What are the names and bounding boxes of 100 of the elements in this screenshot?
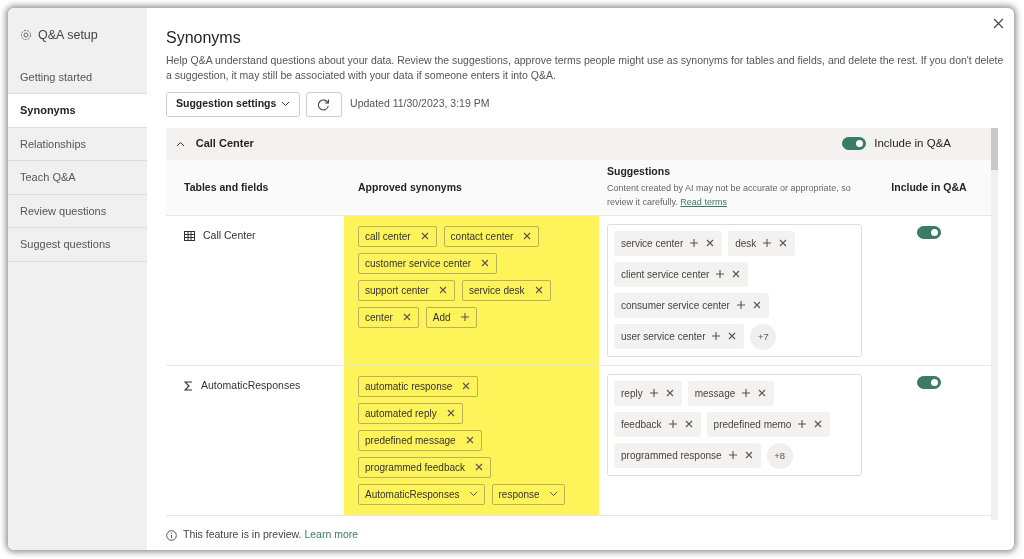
remove-button[interactable] xyxy=(683,419,694,430)
column-header: Tables and fields xyxy=(184,180,269,193)
remove-button[interactable] xyxy=(743,450,754,461)
plus-icon xyxy=(689,238,700,249)
close-icon xyxy=(683,419,694,430)
remove-button[interactable] xyxy=(522,231,533,242)
remove-button[interactable] xyxy=(464,435,475,446)
remove-button[interactable] xyxy=(731,269,742,280)
table-icon xyxy=(184,230,195,241)
section-header[interactable]: Call Center Include in Q&A xyxy=(166,127,991,160)
synonym-tag: center xyxy=(358,306,419,328)
suggestion-tag: feedback xyxy=(614,411,701,437)
close-button[interactable] xyxy=(991,16,1006,31)
sidebar-item[interactable]: Teach Q&A xyxy=(8,161,147,195)
more-button[interactable]: +7 xyxy=(750,323,777,350)
suggestion-tag: programmed response xyxy=(614,442,761,468)
close-icon xyxy=(705,238,716,249)
remove-button[interactable] xyxy=(437,285,448,296)
remove-button[interactable] xyxy=(445,408,456,419)
page-title: Synonyms xyxy=(166,28,242,48)
sidebar-item[interactable]: Relationships xyxy=(8,127,147,162)
synonym-tag: customer service center xyxy=(358,252,498,274)
suggestion-tag: client service center xyxy=(614,261,749,287)
suggestion-tag: service center xyxy=(614,230,723,256)
close-icon xyxy=(401,312,412,323)
sidebar-item[interactable]: Suggest questions xyxy=(8,228,147,262)
remove-button[interactable] xyxy=(664,388,675,399)
approve-button[interactable] xyxy=(689,238,700,249)
remove-button[interactable] xyxy=(727,331,738,342)
disclaimer-text: Content created by AI may not be accurate or appropriate, so review it carefully. Read terms xyxy=(607,182,852,210)
description-text: Help Q&A understand questions about your data. Review the suggestions, approve terms people might use as synonyms for tables and fields, and delete the rest. If you don't delete a suggestion, it may still be associated with your data if someone enters it into Q&A. xyxy=(166,53,1004,84)
remove-button[interactable] xyxy=(401,312,412,323)
plus-icon xyxy=(727,450,738,461)
more-button[interactable]: +8 xyxy=(766,442,793,469)
close-icon xyxy=(474,462,485,473)
remove-button[interactable] xyxy=(813,419,824,430)
sidebar-item[interactable]: Synonyms xyxy=(8,94,147,128)
plus-icon xyxy=(667,419,678,430)
approve-button[interactable] xyxy=(741,388,752,399)
toggle-label: Include in Q&A xyxy=(874,136,951,151)
close-icon xyxy=(419,231,430,242)
synonym-tag: predefined message xyxy=(358,429,482,451)
remove-button[interactable] xyxy=(705,238,716,249)
synonym-tag: service desk xyxy=(461,279,551,301)
plus-icon xyxy=(459,312,470,323)
suggestion-tag: predefined memo xyxy=(706,411,831,437)
sigma-icon xyxy=(184,380,193,391)
approve-button[interactable] xyxy=(715,269,726,280)
toggle-switch[interactable] xyxy=(842,137,867,151)
close-icon xyxy=(464,435,475,446)
synonym-dropdown[interactable]: AutomaticResponses xyxy=(358,483,485,505)
updated-text: Updated 11/30/2023, 3:19 PM xyxy=(350,96,490,112)
approve-button[interactable] xyxy=(735,300,746,311)
remove-button[interactable] xyxy=(757,388,768,399)
suggestion-tag: reply xyxy=(614,380,682,406)
read-terms-link[interactable]: Read terms xyxy=(680,197,727,208)
synonym-tag: automatic response xyxy=(358,375,479,397)
approve-button[interactable] xyxy=(762,238,773,249)
remove-button[interactable] xyxy=(751,300,762,311)
approve-button[interactable] xyxy=(667,419,678,430)
remove-button[interactable] xyxy=(474,462,485,473)
remove-button[interactable] xyxy=(461,381,472,392)
suggestion-tag: consumer service center xyxy=(614,292,769,318)
close-icon xyxy=(993,18,1004,29)
toggle-switch[interactable] xyxy=(917,375,941,389)
column-header: Suggestions xyxy=(607,163,671,179)
chevron-up-icon[interactable] xyxy=(176,140,185,147)
plus-icon xyxy=(735,300,746,311)
toggle-switch[interactable] xyxy=(917,225,941,239)
remove-button[interactable] xyxy=(778,238,789,249)
close-icon xyxy=(731,269,742,280)
sidebar-title: Q&A setup xyxy=(38,27,98,44)
plus-icon xyxy=(648,388,659,399)
chevron-down-icon xyxy=(548,491,558,498)
scrollbar[interactable] xyxy=(991,127,998,520)
synonym-dropdown[interactable]: response xyxy=(491,483,565,505)
refresh-button[interactable] xyxy=(305,91,342,117)
plus-icon xyxy=(711,331,722,342)
settings-dropdown[interactable]: Suggestion settings xyxy=(166,91,301,117)
remove-button[interactable] xyxy=(419,231,430,242)
field-name: Call Center xyxy=(203,227,256,243)
approve-button[interactable] xyxy=(797,419,808,430)
section-title: Call Center xyxy=(195,136,254,152)
approve-button[interactable] xyxy=(727,450,738,461)
column-header: Approved synonyms xyxy=(358,180,462,193)
remove-button[interactable] xyxy=(480,258,491,269)
synonym-tag: call center xyxy=(358,225,437,247)
column-header: Include in Q&A xyxy=(891,180,967,193)
close-icon xyxy=(522,231,533,242)
remove-button[interactable] xyxy=(533,285,544,296)
add-button[interactable]: Add xyxy=(425,306,477,328)
close-icon xyxy=(743,450,754,461)
suggestion-tag: desk xyxy=(728,230,796,256)
info-icon xyxy=(166,529,177,541)
approve-button[interactable] xyxy=(711,331,722,342)
close-icon xyxy=(751,300,762,311)
gear-icon xyxy=(20,29,32,42)
approve-button[interactable] xyxy=(648,388,659,399)
learn-more-link[interactable]: Learn more xyxy=(304,528,359,541)
sidebar-item[interactable]: Review questions xyxy=(8,194,147,229)
